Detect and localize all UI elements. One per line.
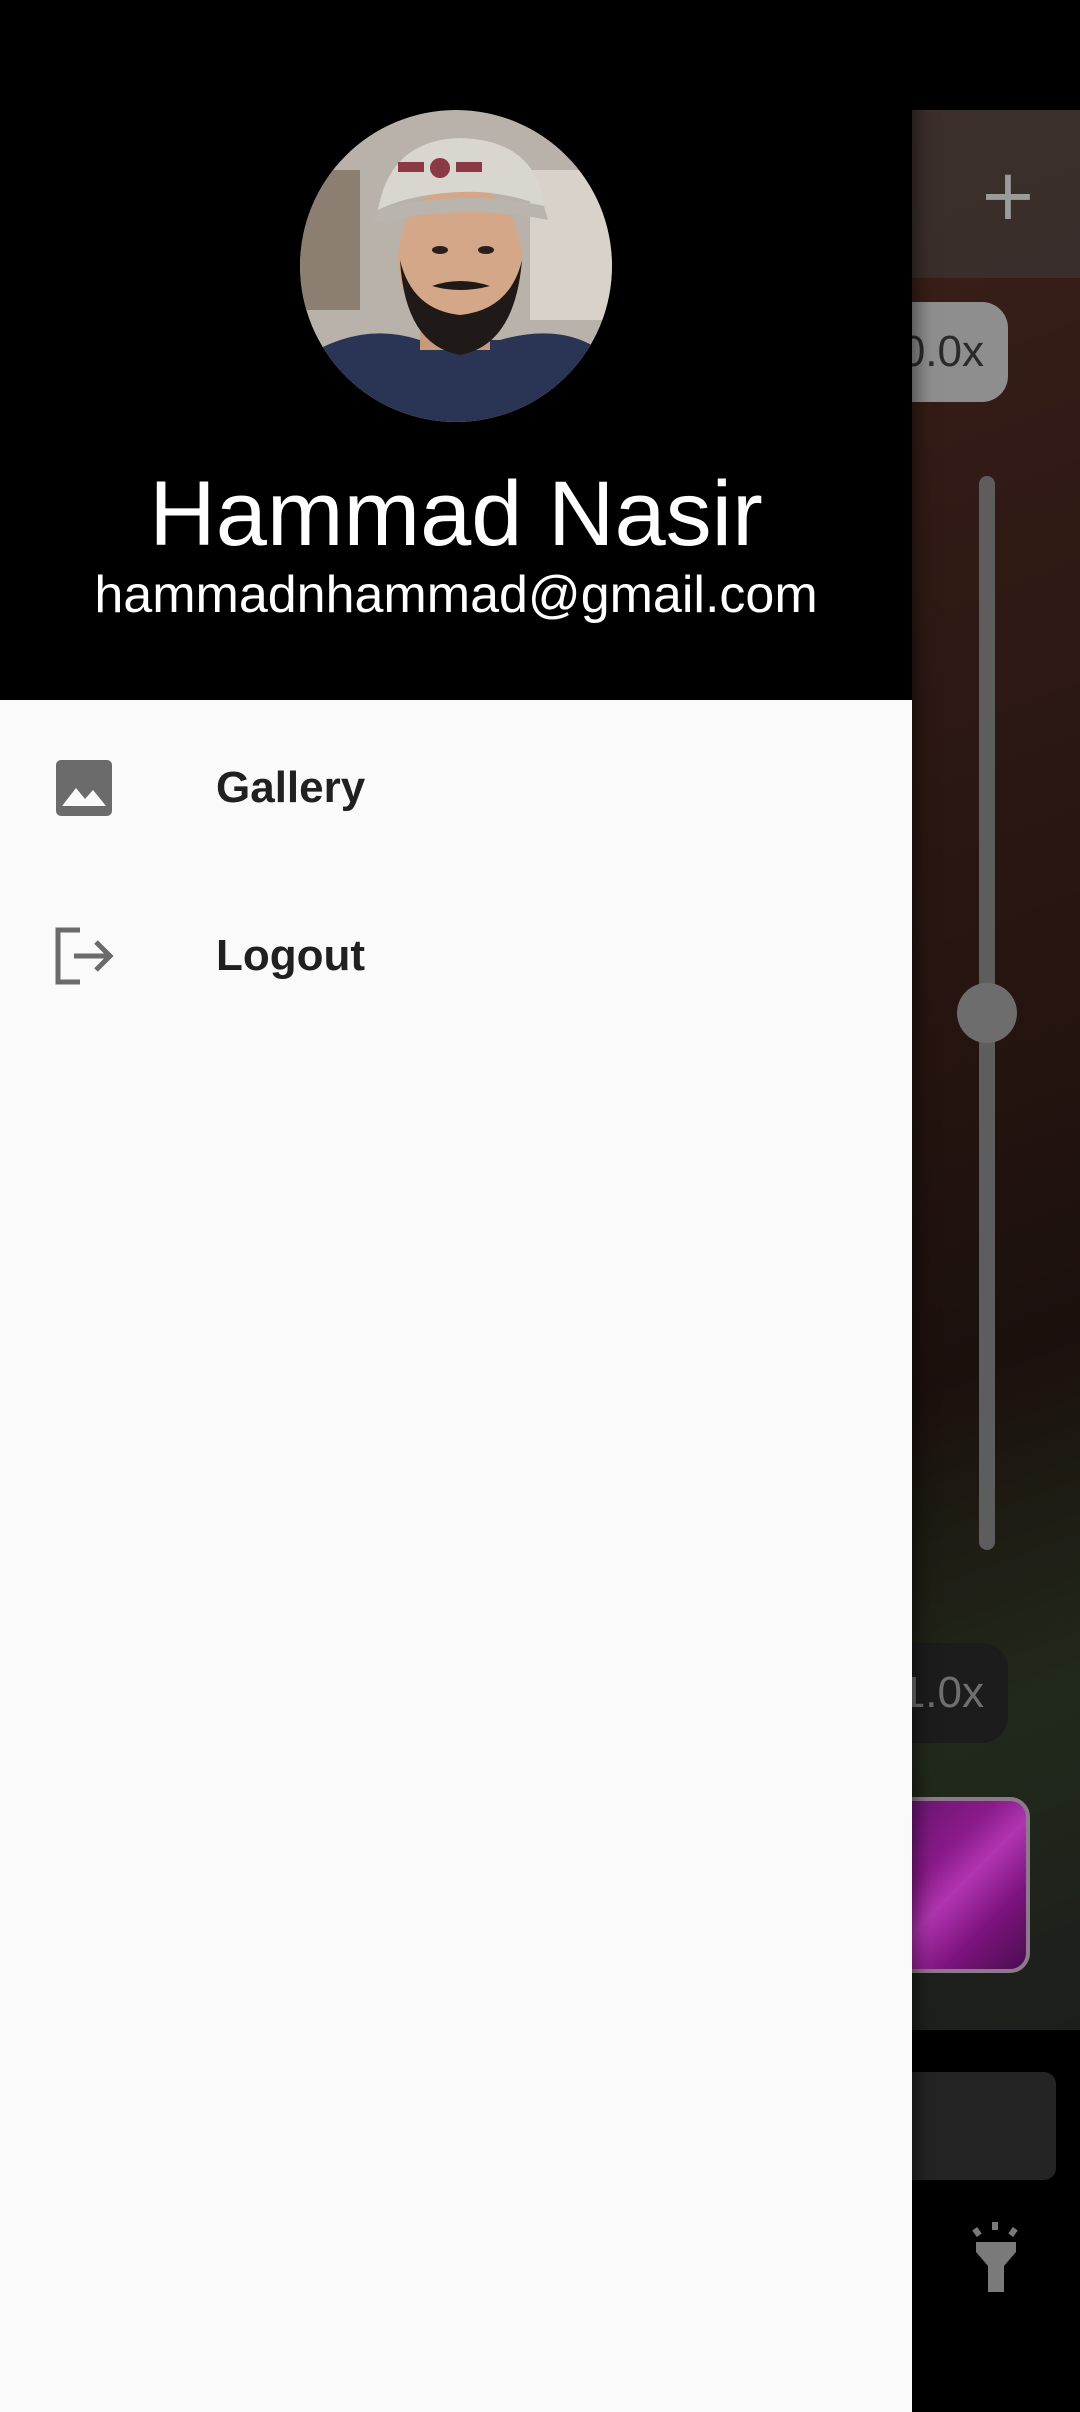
zoom-slider-thumb[interactable]	[957, 983, 1017, 1043]
drawer-menu: Gallery Logout	[0, 700, 912, 1036]
drawer-item-label: Logout	[216, 931, 366, 980]
screen: + 0.0x 1.0x Hammad Nasir hammadnhammad@g…	[0, 0, 1080, 2412]
flashlight-icon[interactable]	[966, 2222, 1026, 2292]
image-icon	[52, 756, 116, 820]
avatar-photo	[300, 110, 612, 422]
logout-icon	[52, 924, 116, 988]
drawer-header: Hammad Nasir hammadnhammad@gmail.com	[0, 0, 912, 700]
drawer-item-label: Gallery	[216, 763, 366, 812]
user-name: Hammad Nasir	[149, 463, 763, 565]
drawer-item-logout[interactable]: Logout	[0, 868, 912, 1036]
avatar[interactable]	[300, 110, 612, 422]
drawer-item-gallery[interactable]: Gallery	[0, 700, 912, 868]
plus-icon[interactable]: +	[978, 160, 1038, 230]
navigation-drawer: Hammad Nasir hammadnhammad@gmail.com Gal…	[0, 0, 912, 2412]
user-email: hammadnhammad@gmail.com	[94, 566, 818, 624]
